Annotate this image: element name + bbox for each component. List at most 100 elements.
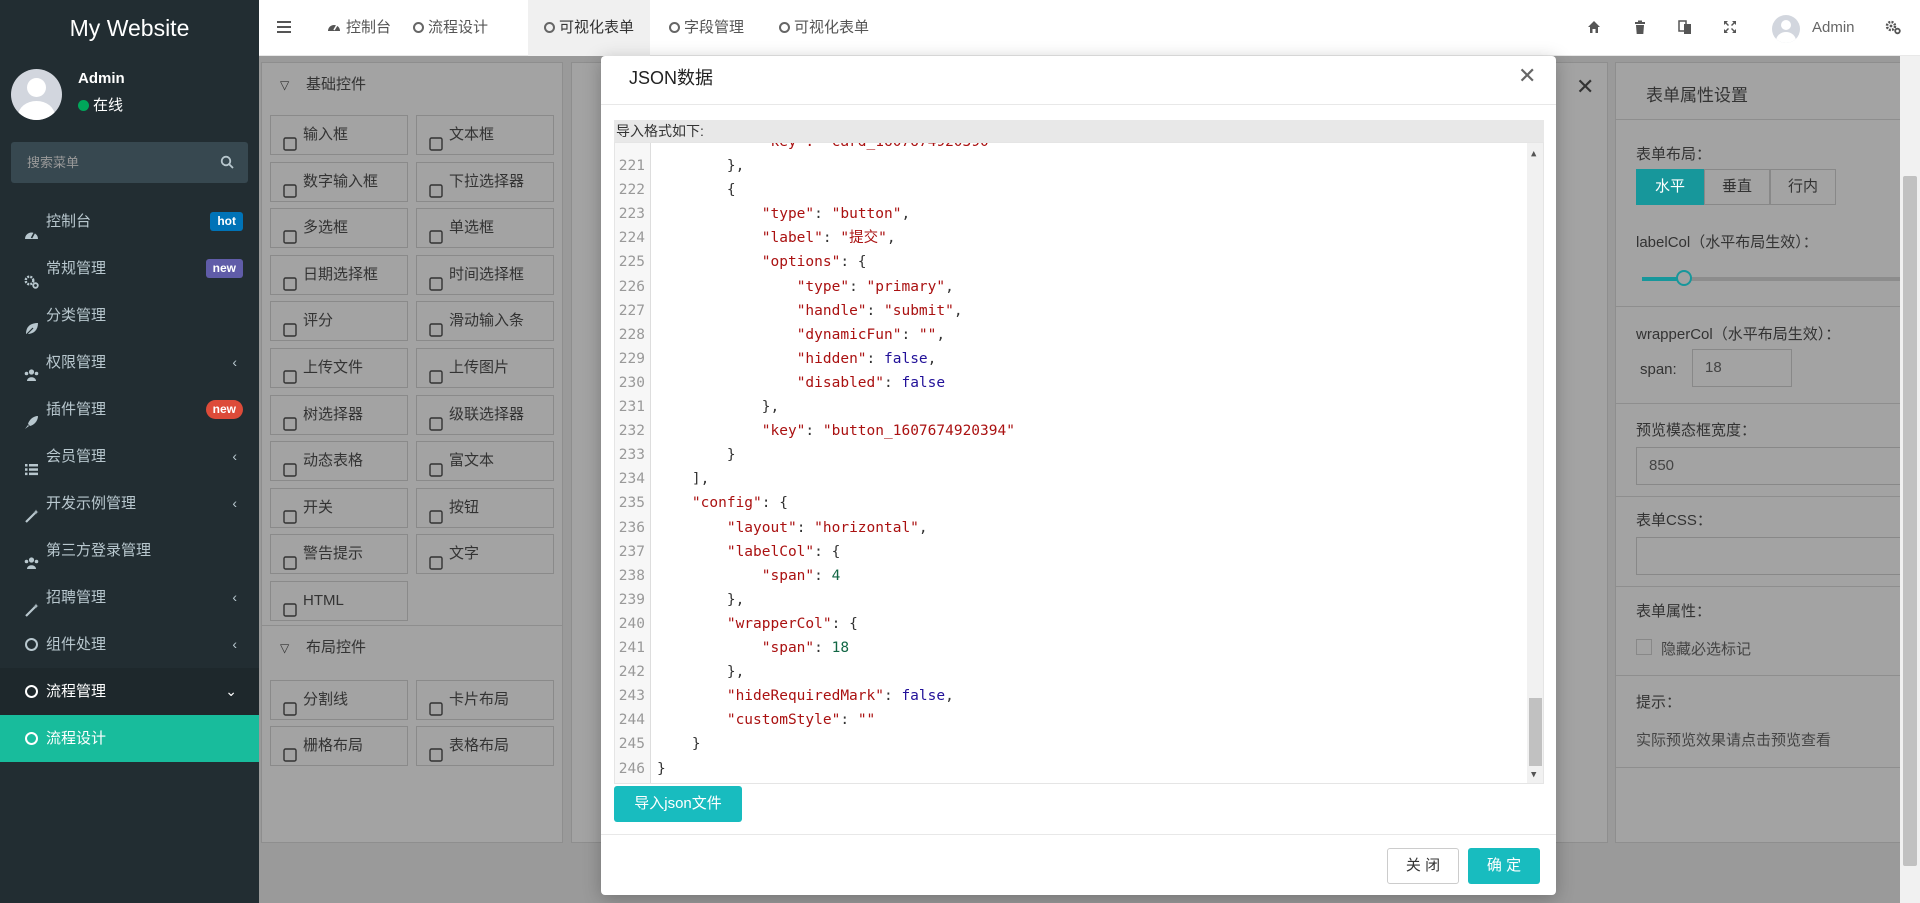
code-line: 236 "layout": "horizontal", <box>615 516 1515 540</box>
sidebar-item-2[interactable]: 常规管理 new <box>0 245 259 292</box>
sidebar-item-1[interactable]: 控制台 hot <box>0 198 259 245</box>
layout-control-4[interactable]: 表格布局 <box>416 726 554 766</box>
basic-control-3[interactable]: 数字输入框 <box>270 161 408 202</box>
editor-scrollbar[interactable]: ▲ ▼ <box>1527 143 1543 783</box>
basic-control-18[interactable]: 按钮 <box>416 487 554 528</box>
sidebar-item-11[interactable]: 流程管理 ⌄ <box>0 668 259 715</box>
sidebar-item-10[interactable]: 组件处理 ‹ <box>0 621 259 668</box>
translate-icon[interactable] <box>1677 19 1693 35</box>
divider <box>1616 306 1920 307</box>
basic-control-7[interactable]: 日期选择框 <box>270 254 408 295</box>
sidebar-item-7[interactable]: 开发示例管理 ‹ <box>0 480 259 527</box>
layout-control-2[interactable]: 卡片布局 <box>416 680 554 720</box>
basic-control-2[interactable]: 文本框 <box>416 115 554 155</box>
basic-control-16[interactable]: 富文本 <box>416 441 554 482</box>
sidebar-item-label: 会员管理 <box>46 448 107 465</box>
basic-control-20[interactable]: 文字 <box>416 534 554 575</box>
page-scrollbar[interactable] <box>1900 56 1920 903</box>
basic-control-13[interactable]: 树选择器 <box>270 394 408 435</box>
user-status: 在线 <box>78 94 123 115</box>
line-number: 237 <box>618 543 645 560</box>
preview-width-input[interactable]: 850 <box>1636 447 1920 485</box>
hide-required-label[interactable]: 隐藏必选标记 <box>1661 638 1751 659</box>
basic-control-1[interactable]: 输入框 <box>270 115 408 155</box>
basic-control-19[interactable]: 警告提示 <box>270 534 408 575</box>
basic-control-15[interactable]: 动态表格 <box>270 441 408 482</box>
close-button[interactable]: 关 闭 <box>1387 848 1459 884</box>
layout-inline-option[interactable]: 行内 <box>1770 169 1836 205</box>
site-logo[interactable]: My Website <box>0 0 259 56</box>
form-css-input[interactable] <box>1636 537 1920 575</box>
fullscreen-icon[interactable] <box>1722 19 1738 35</box>
code-text: "label": "提交", <box>761 230 896 247</box>
basic-control-10[interactable]: 滑动输入条 <box>416 301 554 342</box>
hide-required-checkbox[interactable] <box>1636 639 1652 655</box>
basic-control-17[interactable]: 开关 <box>270 487 408 528</box>
menu-search-input[interactable] <box>11 142 211 183</box>
wrapper-col-span-input[interactable]: 18 <box>1692 349 1792 387</box>
navbar-avatar[interactable] <box>1772 15 1800 43</box>
basic-control-9[interactable]: 评分 <box>270 301 408 342</box>
control-icon <box>429 128 443 151</box>
basic-control-12[interactable]: 上传图片 <box>416 348 554 388</box>
scroll-up-icon[interactable]: ▲ <box>1531 149 1536 159</box>
menu-toggle-icon[interactable] <box>277 20 291 34</box>
basic-control-4[interactable]: 下拉选择器 <box>416 161 554 202</box>
line-number: 228 <box>618 326 645 343</box>
label-col-slider-handle[interactable] <box>1676 270 1692 286</box>
tab-field-management[interactable]: 字段管理 <box>669 0 744 56</box>
divider <box>1616 675 1920 676</box>
basic-control-21[interactable]: HTML <box>270 581 408 621</box>
trash-icon[interactable] <box>1632 19 1648 35</box>
cogs-icon[interactable] <box>1885 19 1901 35</box>
sidebar-item-label: 控制台 <box>46 213 92 230</box>
canvas-close-icon[interactable]: ✕ <box>1576 74 1594 100</box>
sidebar-item-6[interactable]: 会员管理 ‹ <box>0 433 259 480</box>
tab-label: 流程设计 <box>428 19 489 36</box>
page-scrollbar-thumb[interactable] <box>1903 176 1917 866</box>
control-icon <box>283 175 297 198</box>
confirm-button[interactable]: 确 定 <box>1468 848 1540 884</box>
chevron-left-icon: ‹ <box>232 589 237 605</box>
import-json-button[interactable]: 导入json文件 <box>614 786 742 822</box>
code-text: "wrapperCol": { <box>726 615 858 632</box>
sidebar-item-5[interactable]: 插件管理 new <box>0 386 259 433</box>
navbar-username[interactable]: Admin <box>1812 0 1855 56</box>
tab-label: 可视化表单 <box>794 19 870 36</box>
layout-vertical-option[interactable]: 垂直 <box>1704 169 1770 205</box>
sidebar-item-3[interactable]: 分类管理 <box>0 292 259 339</box>
line-number: 230 <box>618 374 645 391</box>
tab-dashboard[interactable]: 控制台 <box>327 0 391 56</box>
sidebar-item-9[interactable]: 招聘管理 ‹ <box>0 574 259 621</box>
layout-control-1[interactable]: 分割线 <box>270 680 408 720</box>
basic-control-11[interactable]: 上传文件 <box>270 348 408 388</box>
json-code-editor[interactable]: "key": "card_1607674920390" ▲ ▼ 221 }, 22… <box>614 142 1544 784</box>
modal-close-icon[interactable]: ✕ <box>1518 64 1536 88</box>
search-icon[interactable] <box>220 155 234 169</box>
code-text: }, <box>657 158 745 174</box>
wrapper-col-label: wrapperCol（水平布局生效）： <box>1636 326 1841 343</box>
layout-control-3[interactable]: 栅格布局 <box>270 726 408 766</box>
scroll-down-icon[interactable]: ▼ <box>1531 770 1536 780</box>
layout-controls-header[interactable]: ▽ 布局控件 <box>262 625 562 669</box>
tab-process-design[interactable]: 流程设计 <box>413 0 488 56</box>
home-icon[interactable] <box>1586 19 1602 35</box>
tab-visual-form-active[interactable]: 可视化表单 <box>528 0 651 56</box>
sidebar-item-8[interactable]: 第三方登录管理 <box>0 527 259 574</box>
code-line: 234 ], <box>615 467 1515 491</box>
user-panel: Admin 在线 <box>0 56 259 136</box>
control-label: 上传图片 <box>449 359 510 376</box>
tab-visual-form[interactable]: 可视化表单 <box>779 0 869 56</box>
sidebar-item-4[interactable]: 权限管理 ‹ <box>0 339 259 386</box>
layout-horizontal-option[interactable]: 水平 <box>1636 169 1704 205</box>
basic-control-5[interactable]: 多选框 <box>270 208 408 249</box>
basic-control-6[interactable]: 单选框 <box>416 208 554 249</box>
basic-control-14[interactable]: 级联选择器 <box>416 394 554 435</box>
form-css-label: 表单CSS： <box>1636 512 1712 529</box>
line-number: 226 <box>618 278 645 295</box>
user-avatar <box>11 69 62 120</box>
editor-scrollbar-thumb[interactable] <box>1529 698 1542 766</box>
basic-controls-header[interactable]: ▽ 基础控件 <box>262 63 562 107</box>
basic-control-8[interactable]: 时间选择框 <box>416 254 554 295</box>
sidebar-item-12[interactable]: 流程设计 <box>0 715 259 762</box>
